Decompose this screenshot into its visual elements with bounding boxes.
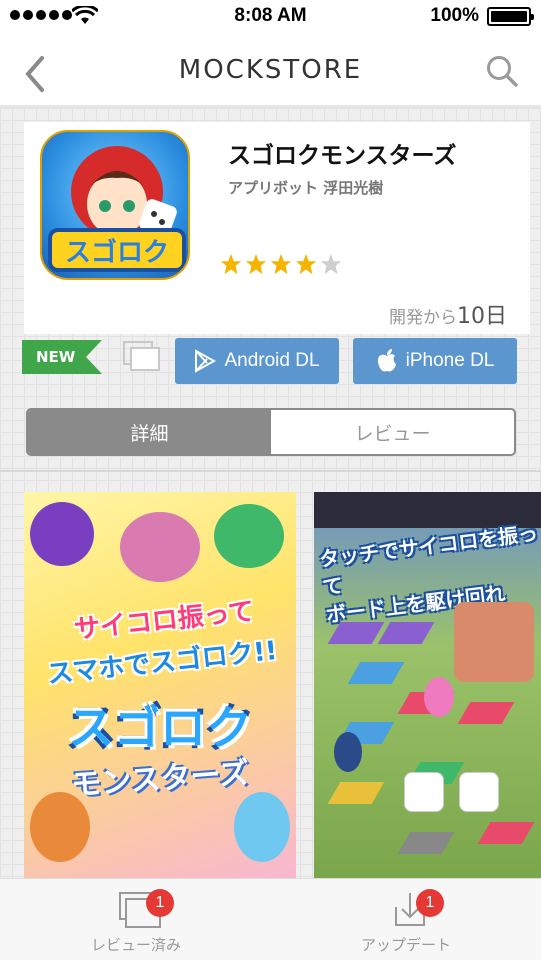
dice-icon	[459, 772, 499, 812]
monster-pink	[120, 512, 200, 582]
star-filled-icon	[220, 253, 242, 275]
dice-icon	[404, 772, 444, 812]
character	[334, 732, 362, 772]
android-download-button[interactable]: Android DL	[175, 338, 339, 384]
star-filled-icon	[245, 253, 267, 275]
board-tile	[477, 822, 535, 844]
star-filled-icon	[270, 253, 292, 275]
iphone-download-button[interactable]: iPhone DL	[353, 338, 517, 384]
android-download-label: Android DL	[224, 350, 320, 371]
page-title: MOCKSTORE	[178, 55, 363, 85]
navigation-bar: MOCKSTORE	[0, 32, 541, 108]
divider	[0, 470, 541, 472]
tab-update[interactable]: 1 アップデート	[306, 879, 506, 960]
screenshot-2[interactable]: タッチでサイコロを振って ボード上を駆け回れ	[314, 492, 541, 878]
days-value: 10日	[457, 304, 507, 329]
iphone-download-label: iPhone DL	[405, 350, 495, 371]
board-tile	[397, 832, 455, 854]
reviewed-badge: 1	[146, 889, 174, 917]
star-empty-icon	[320, 253, 342, 275]
bottom-tab-bar: 1 レビュー済み 1 アップデート	[0, 878, 541, 960]
days-prefix: 開発から	[389, 308, 457, 328]
board-tile	[377, 622, 435, 644]
detail-review-segment: 詳細 レビュー	[26, 408, 516, 456]
reviewed-label: レビュー済み	[90, 936, 181, 954]
screenshot-1[interactable]: サイコロ振って スマホでスゴロク!! スゴロク モンスターズ	[24, 492, 296, 878]
app-icon: スゴロク	[40, 130, 190, 280]
search-icon[interactable]	[485, 54, 519, 88]
update-label: アップデート	[360, 936, 451, 954]
star-rating	[220, 253, 342, 275]
board-tile	[347, 662, 405, 684]
days-since-release: 開発から10日	[389, 298, 507, 330]
star-filled-icon	[295, 253, 317, 275]
character	[424, 677, 454, 717]
battery-icon	[487, 7, 534, 26]
app-name: スゴロクモンスターズ	[228, 143, 457, 169]
tab-review[interactable]: レビュー	[271, 410, 514, 454]
monster-purple	[30, 502, 94, 566]
screens-icon[interactable]	[122, 340, 162, 372]
status-bar: 8:08 AM 100%	[0, 0, 541, 32]
monster-blue	[234, 792, 290, 862]
app-icon-text: スゴロク	[64, 238, 169, 268]
app-developer: アプリボット 浮田光樹	[228, 179, 384, 197]
apple-icon	[377, 349, 396, 372]
update-badge: 1	[416, 889, 444, 917]
play-store-icon	[195, 349, 217, 373]
tab-detail[interactable]: 詳細	[28, 410, 271, 454]
monster-green	[214, 504, 284, 568]
battery-percentage: 100%	[430, 5, 479, 26]
board-tile	[457, 702, 515, 724]
tab-reviewed[interactable]: 1 レビュー済み	[36, 879, 236, 960]
castle	[454, 602, 534, 682]
board-tile	[327, 782, 385, 804]
